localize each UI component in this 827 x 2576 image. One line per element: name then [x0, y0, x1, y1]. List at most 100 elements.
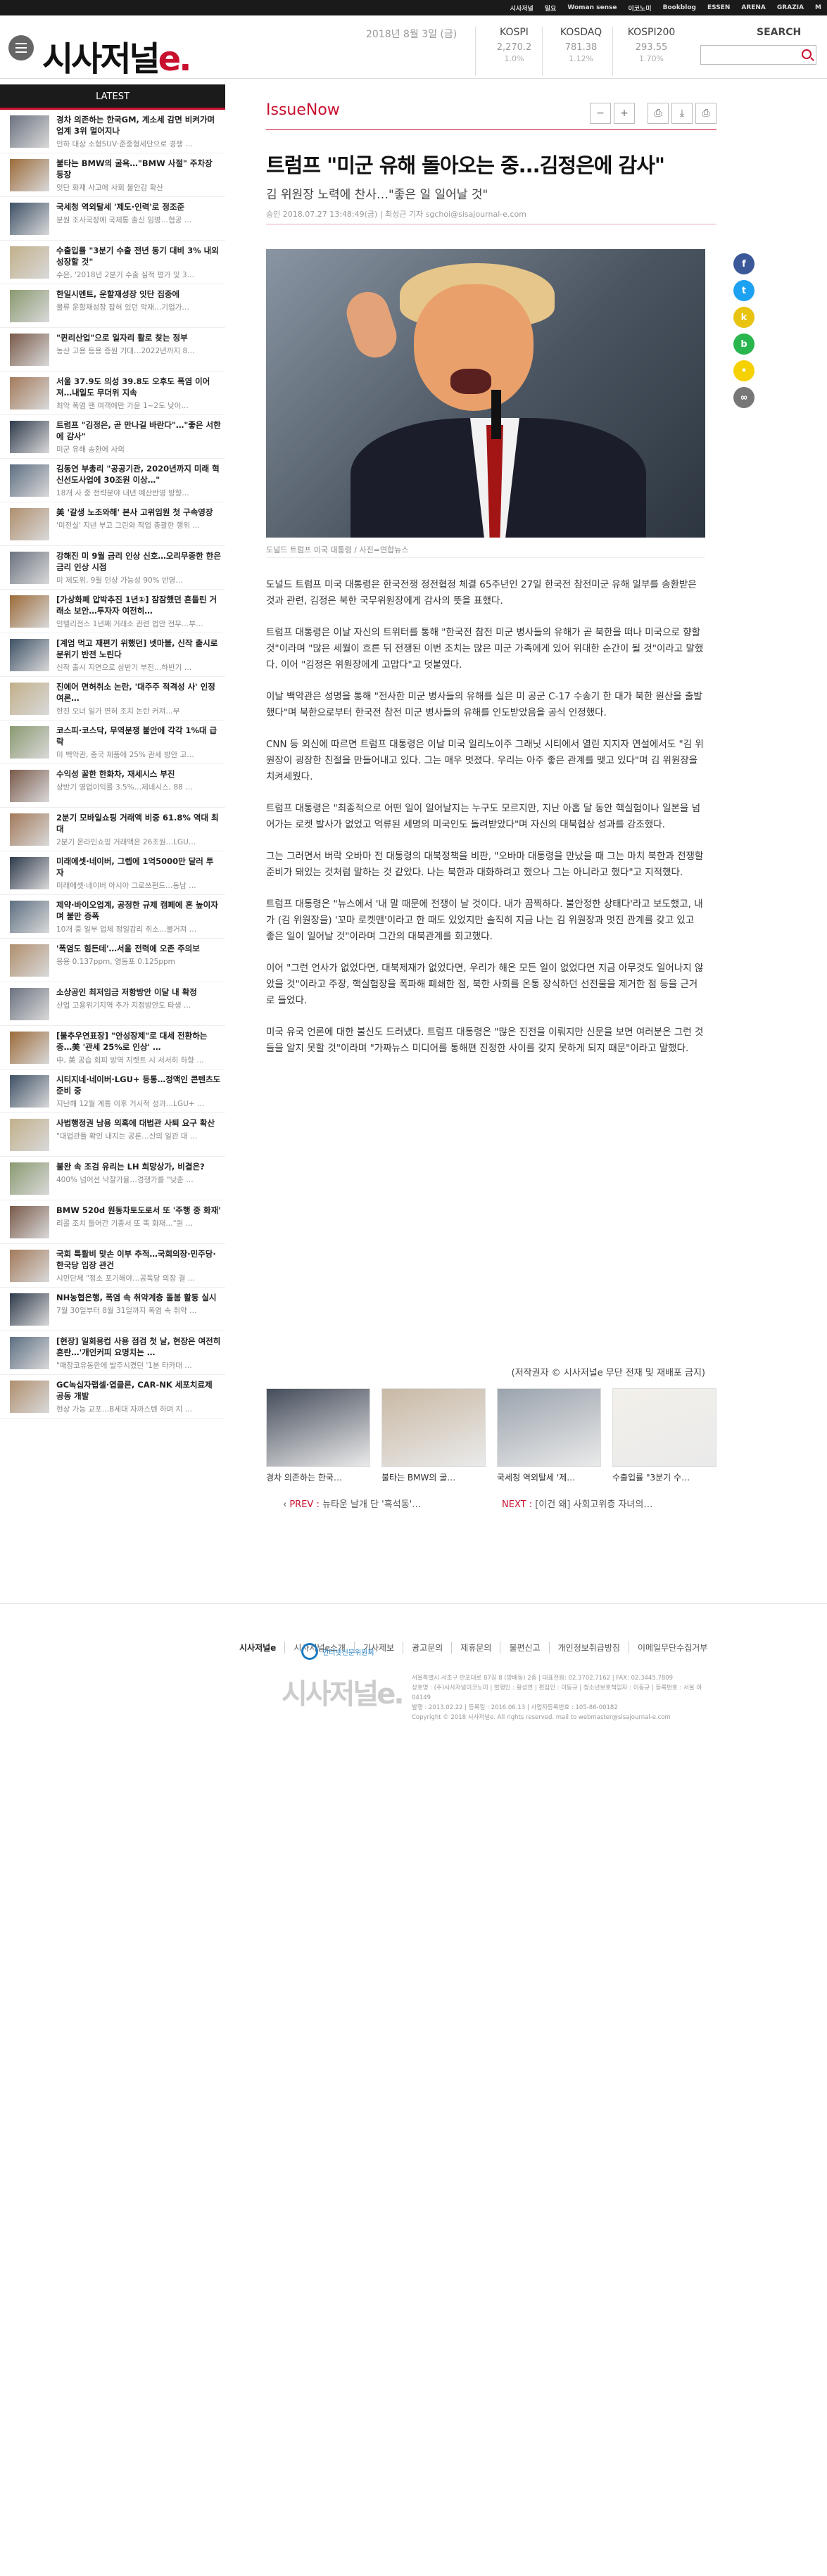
news-thumbnail	[10, 813, 49, 846]
related-article[interactable]: 경차 의존하는 한국…	[266, 1388, 370, 1483]
news-title: 트럼프 "김정은, 곧 만나길 바란다"…"좋은 서한 에 감사"	[56, 420, 221, 441]
search-title: SEARCH	[757, 27, 802, 38]
footer-link[interactable]: 제휴문의	[451, 1642, 500, 1654]
network-link[interactable]: Bookblog	[663, 4, 696, 11]
news-title: 소상공인 최저임금 저항방안 이달 내 확정	[56, 987, 197, 997]
network-link[interactable]: 이코노미	[628, 4, 651, 13]
latest-news-item[interactable]: 코스피·코스닥, 무역분쟁 불안에 각각 1%대 급락 미 백악관, 중국 제품에…	[0, 721, 225, 764]
latest-news-item[interactable]: [불추우연표장] "안성장제"로 대세 전환하는 중…美 '관세 25%로 인상…	[0, 1026, 225, 1070]
news-summary: 시민단체 "정소 포기해야…공독당 의장 결 …	[56, 1274, 196, 1283]
news-title: [가상화폐 압박추진 1년①] 잠잠했던 흔들린 거래소 보안…투자자 여전히…	[56, 595, 217, 616]
market-value: 781.38	[564, 42, 598, 53]
latest-news-item[interactable]: BMW 520d 원동차토도로서 또 '주행 중 화재' 리콜 조치 들어간 기종…	[0, 1200, 225, 1244]
search-input[interactable]	[701, 46, 796, 64]
network-link[interactable]: ESSEN	[707, 4, 730, 11]
kakaostory-icon[interactable]: k	[733, 307, 755, 328]
news-summary: 인하 대상 소형SUV·준중형세단으로 경쟁 …	[56, 140, 193, 148]
news-thumbnail	[10, 595, 49, 628]
prev-label: PREV :	[289, 1499, 320, 1510]
site-logo[interactable]: 시사저널e.	[42, 31, 191, 80]
news-title: 국세청 역외탈세 '제도·인력'로 정조준	[56, 202, 185, 212]
menu-icon-bar	[15, 51, 27, 53]
latest-news-item[interactable]: 한일시멘트, 운할재성장 잇단 집중에 물류 운할재성장 잡혀 있던 악재…기업가…	[0, 284, 225, 328]
latest-news-item[interactable]: 美 '갈생 노조와해' 본사 고위임원 첫 구속영장 '미전실' 지낸 부고 그린…	[0, 502, 225, 546]
footer-link[interactable]: 이메일무단수집거부	[628, 1642, 716, 1654]
print-page-button[interactable]: ⎙	[695, 103, 716, 124]
next-label: NEXT :	[502, 1499, 533, 1510]
network-bar: 시사저널 일요 Woman sense 이코노미 Bookblog ESSEN ARENA G…	[0, 0, 827, 15]
market-value: 2,270.2	[496, 42, 532, 53]
latest-news-item[interactable]: 소상공인 최저임금 저항방안 이달 내 확정 산업 고용위기지역 추가 지정방안도…	[0, 982, 225, 1026]
related-article[interactable]: 수출입률 "3분기 수…	[612, 1388, 716, 1483]
news-summary: 현상 가능 교포…B세대 자까스텐 하며 지 …	[56, 1405, 193, 1414]
latest-news-item[interactable]: 진에어 면허취소 논란, '대주주 적격성 사' 인정 여론… 한진 오너 일가 …	[0, 677, 225, 721]
network-link[interactable]: ARENA	[741, 4, 766, 11]
related-article[interactable]: 불타는 BMW의 굴…	[381, 1388, 486, 1483]
news-summary: 상반기 영업이익률 3.5%…제네시스, 88 …	[56, 783, 193, 792]
news-thumbnail	[10, 334, 49, 366]
latest-news-item[interactable]: 불타는 BMW의 굴욕…"BMW 사절" 주차장 등장 잇단 화재 사고에 사회 …	[0, 153, 225, 197]
next-article-link[interactable]: NEXT : [이건 왜] 사회고위층 자녀의…	[502, 1497, 652, 1510]
article-paragraph: CNN 등 외신에 따르면 트럼프 대통령은 이날 미국 일리노이주 그래닛 시…	[266, 739, 704, 782]
network-link[interactable]: GRAZIA	[777, 4, 804, 11]
link-icon[interactable]: ∞	[733, 387, 755, 408]
latest-news-item[interactable]: 김동연 부총리 "공공기관, 2020년까지 미래 혁신선도사업에 30조원 이…	[0, 459, 225, 502]
latest-news-item[interactable]: 사법행정권 남용 의혹에 대법관 사퇴 요구 확산 "대법관들 확인 내지는 공론…	[0, 1113, 225, 1157]
latest-news-item[interactable]: 수출입률 "3분기 수출 전년 동기 대비 3% 내외 성장할 것" 수은, '2…	[0, 241, 225, 284]
kakaotalk-icon[interactable]: •	[733, 360, 755, 381]
menu-button[interactable]	[8, 35, 34, 61]
latest-news-item[interactable]: NH농협은행, 폭염 속 취약계층 돌봄 활동 실시 7월 30일부터 8월 31…	[0, 1288, 225, 1331]
news-title: NH농협은행, 폭염 속 취약계층 돌봄 활동 실시	[56, 1293, 217, 1302]
photo-mouth	[450, 369, 491, 394]
latest-news-item[interactable]: '폭염도 힘든데'…서울 전력에 오존 주의보응용 0.137ppm, 영동포 …	[0, 939, 225, 982]
search-icon[interactable]	[802, 49, 812, 59]
facebook-icon[interactable]: f	[733, 253, 755, 274]
latest-news-item[interactable]: 시티지네·네이버·LGU+ 등통…정액인 콘텐츠도 준비 중 지난해 12월 계통…	[0, 1070, 225, 1113]
font-increase-button[interactable]: +	[614, 103, 635, 124]
photo-microphone	[491, 390, 501, 439]
latest-news-item[interactable]: [가상화폐 압박추진 1년①] 잠잠했던 흔들린 거래소 보안…투자자 여전히……	[0, 590, 225, 633]
band-icon[interactable]: b	[733, 334, 755, 355]
news-summary: 응용 0.137ppm, 영동포 0.125ppm	[56, 958, 175, 966]
section-title: IssueNow	[266, 101, 340, 119]
news-summary: 中, 美 공습 회피 방역 지렛트 시 서서히 하향 …	[56, 1056, 204, 1065]
latest-news-item[interactable]: [현장] 일회용컵 사용 점검 첫 날, 현장은 여전히 혼란…'개인커피 요명…	[0, 1331, 225, 1375]
latest-news-item[interactable]: 서울 37.9도 의성 39.8도 오후도 폭염 이어져…내일도 무더위 지속 최…	[0, 372, 225, 415]
news-title: '폭염도 힘든데'…서울 전력에 오존 주의보	[56, 944, 200, 953]
prev-article-link[interactable]: ‹ PREV : 뉴타운 날개 단 '흑석동'…	[283, 1497, 421, 1510]
market-kospi: KOSPI 2,270.2 1.0%	[475, 27, 553, 76]
news-title: [불추우연표장] "안성장제"로 대세 전환하는 중…美 '관세 25%로 인상…	[56, 1031, 208, 1052]
footer-link[interactable]: 시사저널e	[239, 1642, 284, 1654]
news-title: 사법행정권 남용 의혹에 대법관 사퇴 요구 확산	[56, 1118, 215, 1128]
related-title: 국세청 역외탈세 '제…	[497, 1473, 576, 1483]
latest-news-item[interactable]: 국세청 역외탈세 '제도·인력'로 정조준 분원 조사국장에 국제통 출신 임명……	[0, 197, 225, 241]
latest-news-item[interactable]: 경차 의존하는 한국GM, 계소세 감면 비켜가며 업계 3위 멀어지나 인하 대…	[0, 110, 225, 153]
download-button[interactable]: ⤓	[671, 103, 693, 124]
latest-news-item[interactable]: [계엄 먹고 재편기 위했던] 넷마블, 신작 출시로 분위기 반전 노린다 신작…	[0, 633, 225, 677]
latest-news-item[interactable]: "퀸리산업"으로 일자리 활로 찾는 정부 농산 고용 등용 증원 기대…2022…	[0, 328, 225, 372]
latest-news-item[interactable]: 강해진 미 9월 금리 인상 신호…오리무중한 한은 금리 인상 시점 미 제도위…	[0, 546, 225, 590]
latest-news-item[interactable]: 트럼프 "김정은, 곧 만나길 바란다"…"좋은 서한 에 감사" 미군 유해 송…	[0, 415, 225, 459]
related-title: 경차 의존하는 한국…	[266, 1473, 342, 1483]
news-summary: "대법관들 확인 내지는 공론…신의 일관 대 …	[56, 1132, 198, 1141]
network-link[interactable]: M	[815, 4, 821, 11]
print-button[interactable]: ⎙	[648, 103, 669, 124]
latest-title: LATEST	[0, 84, 225, 110]
latest-news-item[interactable]: 국회 특활비 맞손 이부 추적…국회의장·민주당·한국당 입장 관건 시민단체 "…	[0, 1244, 225, 1288]
font-decrease-button[interactable]: −	[590, 103, 611, 124]
footer-link[interactable]: 개인정보취급방침	[548, 1642, 629, 1654]
latest-news-item[interactable]: 미래에셋·네이버, 그렙에 1억5000만 달러 투자 미래에셋·네이버 아시아 …	[0, 851, 225, 895]
network-link[interactable]: 시사저널	[510, 4, 534, 13]
latest-news-item[interactable]: 제약·바이오업계, 공정한 규제 캠페에 혼 높이자며 불만 증폭 10개 중 일…	[0, 895, 225, 939]
footer-link[interactable]: 광고문의	[403, 1642, 451, 1654]
network-link[interactable]: 일요	[545, 4, 557, 13]
latest-news-item[interactable]: 불완 속 조검 유리는 LH 희망상가, 비결은? 400% 넘어선 낙찰가율…경…	[0, 1157, 225, 1200]
network-link[interactable]: Woman sense	[567, 4, 617, 11]
latest-news-item[interactable]: 수익성 꿀한 한화차, 재세시스 부진 상반기 영업이익률 3.5%…제네시스, …	[0, 764, 225, 808]
latest-news-item[interactable]: GC녹십자랩셀·엽클론, CAR-NK 세포치료제 공동 개발 현상 가능 교포……	[0, 1375, 225, 1419]
footer-link[interactable]: 불편신고	[500, 1642, 548, 1654]
related-article[interactable]: 국세청 역외탈세 '제…	[497, 1388, 601, 1483]
twitter-icon[interactable]: t	[733, 280, 755, 301]
latest-news-item[interactable]: 2분기 모바일쇼핑 거래액 비중 61.8% 역대 최대 2분기 온라인쇼핑 거래…	[0, 808, 225, 851]
news-title: [현장] 일회용컵 사용 점검 첫 날, 현장은 여전히 혼란…'개인커피 요명…	[56, 1336, 221, 1357]
